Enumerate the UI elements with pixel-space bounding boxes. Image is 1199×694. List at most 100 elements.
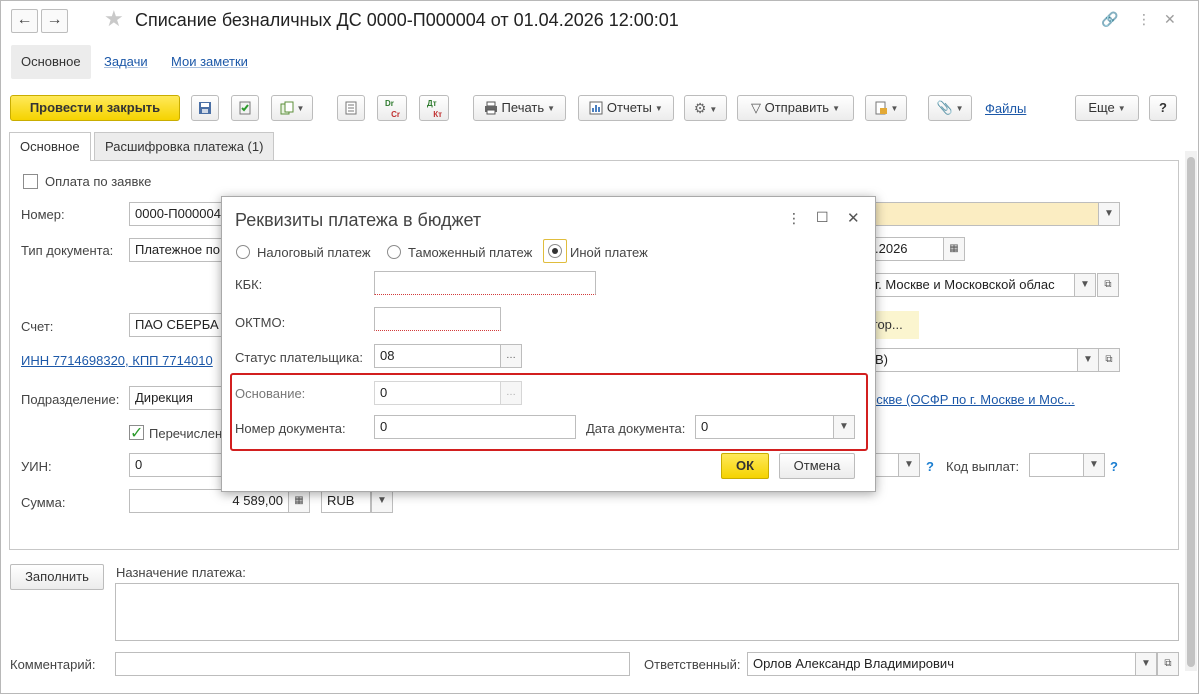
payment-on-request-checkbox[interactable]	[23, 174, 38, 189]
help-question-icon[interactable]: ?	[1110, 459, 1118, 474]
ok-button[interactable]: ОК	[721, 453, 769, 479]
osfr-link[interactable]: оскве (ОСФР по г. Москве и Мос...	[869, 392, 1075, 407]
dr-cr-button[interactable]: Dr Cr	[377, 95, 407, 121]
chevron-down-icon: ▼	[1141, 658, 1151, 669]
radio-tax[interactable]	[236, 245, 250, 259]
responsible-label: Ответственный:	[644, 657, 741, 672]
fill-button[interactable]: Заполнить	[10, 564, 104, 590]
post-and-close-button[interactable]: Провести и закрыть	[10, 95, 180, 121]
calendar-icon: ▦	[949, 243, 959, 254]
payout-code-dropdown-button[interactable]: ▼	[1083, 453, 1105, 477]
contract-hint[interactable]: гор...	[869, 311, 919, 339]
print-label: Печать	[501, 100, 545, 115]
section-main[interactable]: Основное	[11, 45, 91, 79]
calculator-button[interactable]: ▦	[288, 489, 310, 513]
close-icon[interactable]: ✕	[1164, 11, 1176, 28]
organization-dropdown-button[interactable]: ▼	[1098, 202, 1120, 226]
printer-icon	[484, 101, 497, 115]
attachments-menu-button[interactable]: ▼	[865, 95, 907, 121]
doc-number-field[interactable]: 0	[374, 415, 576, 439]
date-field[interactable]: .2026	[869, 237, 944, 261]
sum-field[interactable]: 4 589,00	[129, 489, 289, 513]
send-button[interactable]: ▽ Отправить ▼	[737, 95, 854, 121]
section-notes[interactable]: Мои заметки	[161, 45, 258, 79]
radio-customs[interactable]	[387, 245, 401, 259]
tab-main[interactable]: Основное	[9, 132, 91, 161]
scrollbar-thumb[interactable]	[1187, 157, 1195, 667]
currency-dropdown-button[interactable]: ▼	[371, 489, 393, 513]
radio-other-label: Иной платеж	[570, 245, 648, 260]
vertical-scrollbar[interactable]	[1185, 151, 1197, 671]
more-vertical-icon[interactable]: ⋮	[787, 210, 801, 227]
close-icon[interactable]: ✕	[847, 209, 860, 227]
save-button[interactable]	[191, 95, 219, 121]
help-button[interactable]: ?	[1149, 95, 1177, 121]
create-based-on-button[interactable]: ▼	[271, 95, 313, 121]
maximize-icon[interactable]: ☐	[816, 209, 829, 226]
window-title: Списание безналичных ДС 0000-П000004 от …	[135, 10, 679, 30]
link-icon[interactable]: 🔗	[1101, 11, 1118, 28]
dr-label: Dr	[385, 99, 394, 108]
currency-account-field[interactable]: В)	[869, 348, 1078, 372]
doc-date-field[interactable]: 0	[695, 415, 835, 439]
post-button[interactable]	[231, 95, 259, 121]
basis-select-button[interactable]: …	[500, 381, 522, 405]
forward-button[interactable]: →	[41, 9, 68, 33]
doc-type-field[interactable]: Платежное по	[129, 238, 229, 262]
payer-status-field[interactable]: 08	[374, 344, 501, 368]
calendar-button[interactable]: ▦	[943, 237, 965, 261]
division-label: Подразделение:	[21, 392, 120, 407]
radio-other[interactable]	[548, 244, 562, 258]
open-form-icon: ⧉	[1164, 658, 1172, 669]
print-button[interactable]: Печать ▼	[473, 95, 566, 121]
oktmo-label: ОКТМО:	[235, 315, 286, 330]
account-label: Счет:	[21, 319, 54, 334]
purpose-textarea[interactable]	[115, 583, 1179, 641]
comment-field[interactable]	[115, 652, 630, 676]
doc-date-dropdown-button[interactable]: ▼	[833, 415, 855, 439]
payout-type-dropdown-button[interactable]: ▼	[898, 453, 920, 477]
recipient-field[interactable]: г. Москве и Московской облас	[869, 273, 1075, 297]
more-button[interactable]: Еще ▼	[1075, 95, 1139, 121]
section-tasks[interactable]: Задачи	[94, 45, 158, 79]
inn-kpp-link[interactable]: ИНН 7714698320, КПП 7714010	[21, 353, 213, 368]
kbk-label: КБК:	[235, 277, 263, 292]
favorite-star-icon[interactable]: ★	[104, 6, 124, 32]
account-field[interactable]: ПАО СБЕРБА	[129, 313, 229, 337]
organization-field[interactable]	[869, 202, 1099, 226]
oktmo-field[interactable]	[374, 307, 501, 331]
currency-account-open-button[interactable]: ⧉	[1098, 348, 1120, 372]
currency-account-dropdown-button[interactable]: ▼	[1077, 348, 1099, 372]
cancel-button[interactable]: Отмена	[779, 453, 855, 479]
more-vertical-icon[interactable]: ⋮	[1137, 11, 1151, 28]
payout-code-field[interactable]	[1029, 453, 1084, 477]
paperclip-menu-button[interactable]: 📎 ▼	[928, 95, 972, 121]
back-button[interactable]: ←	[11, 9, 38, 33]
dropdown-caret-icon: ▼	[296, 103, 305, 113]
number-field[interactable]: 0000-П000004	[129, 202, 229, 226]
responsible-field[interactable]: Орлов Александр Владимирович	[747, 652, 1136, 676]
document-list-button[interactable]	[337, 95, 365, 121]
dropdown-caret-icon: ▼	[654, 103, 663, 113]
tab-payment-breakdown[interactable]: Расшифровка платежа (1)	[94, 132, 275, 160]
ellipsis-icon: …	[506, 387, 516, 398]
uin-field[interactable]: 0	[129, 453, 229, 477]
responsible-dropdown-button[interactable]: ▼	[1135, 652, 1157, 676]
checkmark-icon: ✓	[130, 425, 144, 442]
kbk-field[interactable]	[374, 271, 596, 295]
reports-button[interactable]: Отчеты ▼	[578, 95, 674, 121]
recipient-open-button[interactable]: ⧉	[1097, 273, 1119, 297]
currency-field[interactable]: RUB	[321, 489, 371, 513]
help-question-icon[interactable]: ?	[926, 459, 934, 474]
settings-menu-button[interactable]: ⚙ ▼	[684, 95, 727, 121]
transfer-checkbox[interactable]: ✓	[129, 425, 144, 442]
payment-on-request-label: Оплата по заявке	[45, 174, 152, 189]
more-label: Еще	[1088, 100, 1115, 115]
recipient-dropdown-button[interactable]: ▼	[1074, 273, 1096, 297]
responsible-open-button[interactable]: ⧉	[1157, 652, 1179, 676]
dt-kt-button[interactable]: Дт Кт	[419, 95, 449, 121]
division-field[interactable]: Дирекция	[129, 386, 229, 410]
payer-status-select-button[interactable]: …	[500, 344, 522, 368]
basis-field[interactable]: 0	[374, 381, 501, 405]
files-link[interactable]: Файлы	[985, 101, 1026, 116]
